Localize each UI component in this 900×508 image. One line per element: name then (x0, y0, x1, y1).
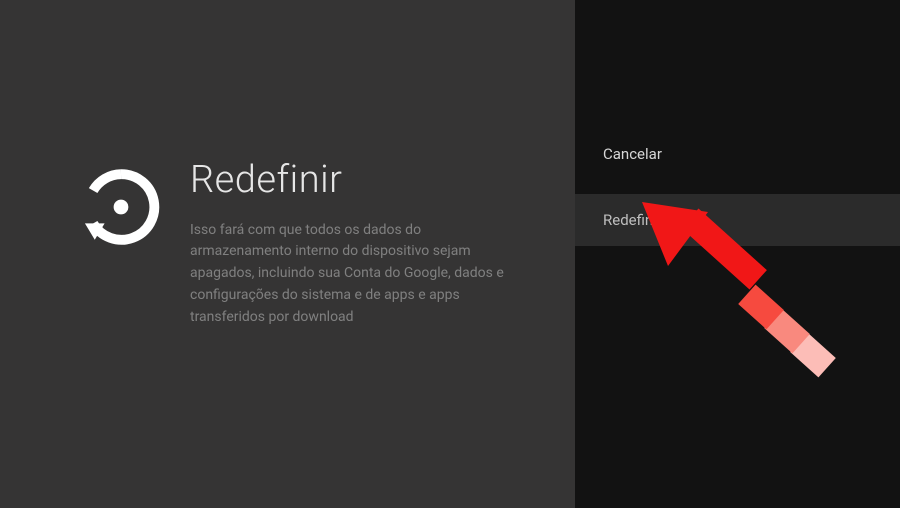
page-title: Redefinir (190, 160, 515, 202)
options-panel: Cancelar Redefinir (575, 0, 900, 508)
info-panel: Redefinir Isso fará com que todos os dad… (0, 0, 575, 508)
page-description: Isso fará com que todos os dados do arma… (190, 220, 515, 328)
confirm-reset-button[interactable]: Redefinir (575, 194, 900, 246)
info-text: Redefinir Isso fará com que todos os dad… (190, 160, 515, 328)
reset-confirmation-screen: Redefinir Isso fará com que todos os dad… (0, 0, 900, 508)
restore-icon (80, 166, 162, 248)
cancel-button[interactable]: Cancelar (575, 128, 900, 180)
